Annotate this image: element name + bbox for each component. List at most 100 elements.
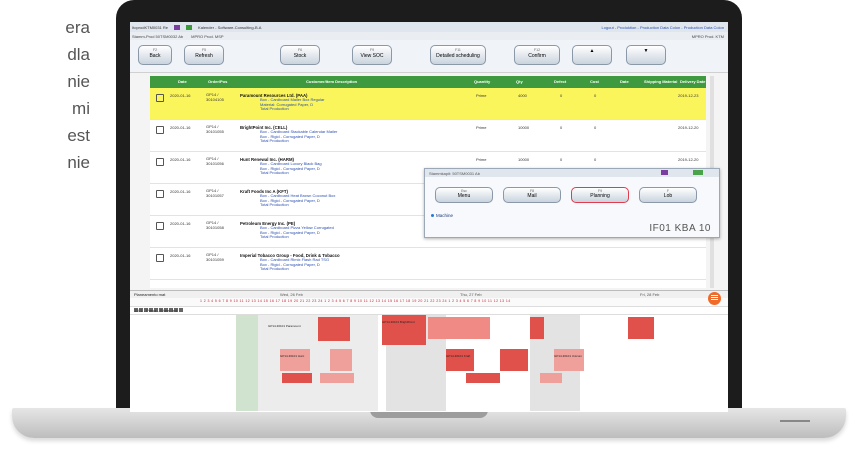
- table-header: Date Order/Pos Customer/Item Description…: [150, 76, 706, 88]
- machine-popup: Stammkapit: 50TSM0031 Ab Esc Menu F8 Mail …: [424, 168, 720, 238]
- scroll-down-button[interactable]: ▼: [626, 45, 666, 65]
- desc-line: Total Production: [260, 170, 289, 176]
- col-date2: Date: [620, 79, 629, 84]
- table-row[interactable]: 2020-01-16 GP14 / 30101055 BrightPoint I…: [150, 120, 706, 152]
- popup-menu-button[interactable]: Esc Menu: [435, 187, 493, 203]
- popup-close-icon[interactable]: [693, 170, 703, 175]
- gantt-tools[interactable]: [134, 299, 196, 312]
- gantt-bar[interactable]: [530, 317, 544, 339]
- table-row[interactable]: 2020-01-16 GP14 / 30104105 Paramount Res…: [150, 88, 706, 120]
- gantt-date-left: Wed, 26 Feb: [280, 292, 303, 297]
- screen: ItoprodKTM0031 Re Kalender - Software-Co…: [130, 22, 728, 412]
- desc-line: Total Production: [260, 202, 289, 208]
- gantt-bar[interactable]: [318, 317, 350, 341]
- print-icon[interactable]: [156, 254, 164, 262]
- row-date: 2020-01-16: [170, 221, 191, 226]
- side-text-line: mi: [72, 99, 90, 118]
- sub-left: Stamm-Prod 50TSM0032 Ab: [132, 33, 184, 39]
- row-defect: 0: [560, 93, 563, 98]
- popup-title: Stammkapit: 50TSM0031 Ab: [429, 171, 480, 176]
- popup-lob-button[interactable]: F Lob: [639, 187, 697, 203]
- gantt-bar[interactable]: [428, 317, 490, 339]
- col-order: Order/Pos: [208, 79, 228, 84]
- calendar-icon[interactable]: [186, 24, 193, 30]
- title-bar: ItoprodKTM0031 Re Kalender - Software-Co…: [130, 22, 728, 32]
- col-customer: Customer/Item Description: [306, 79, 358, 84]
- gantt-title: Planeamento mat: [134, 292, 166, 297]
- machine-dot-icon: [431, 214, 434, 217]
- row-order: GP14 / 30104105: [206, 92, 224, 102]
- refresh-label: Refresh: [195, 53, 213, 59]
- machine-label[interactable]: Machine: [431, 213, 453, 218]
- gantt-area: GP14-30101 Paramount GP14-30101 BrightPo…: [130, 315, 728, 412]
- row-description: Box - Cardboard Pizza Yellow Corrugated B…: [260, 225, 334, 240]
- row-qty-label: Prime: [476, 93, 487, 98]
- detailed-scheduling-button[interactable]: F11 Detailed scheduling: [430, 45, 486, 65]
- row-date: 2020-01-16: [170, 253, 191, 258]
- machine-label-text: Machine: [436, 213, 454, 218]
- gantt-bar[interactable]: [466, 373, 500, 383]
- view-soc-button[interactable]: F9 View SOC: [352, 45, 392, 65]
- table-row[interactable]: 2020-01-16 GP14 / 30101059 Imperial Toba…: [150, 248, 706, 280]
- gantt-bar[interactable]: [330, 349, 352, 371]
- col-cost: Cost: [590, 79, 599, 84]
- gantt-resource-row[interactable]: 1101 - Press - Sheet-fed: [130, 306, 728, 315]
- row-cost: 0: [594, 157, 597, 162]
- print-icon[interactable]: [156, 222, 164, 230]
- gantt-bar[interactable]: [446, 349, 474, 371]
- gantt-green-zone: [236, 315, 258, 411]
- gantt-bar[interactable]: [280, 349, 310, 371]
- machine-code: IF01 KBA 10: [649, 223, 711, 234]
- print-icon[interactable]: [156, 94, 164, 102]
- view-soc-key: F9: [369, 48, 375, 52]
- gantt-bar[interactable]: [282, 373, 312, 383]
- menu-label: Menu: [457, 193, 471, 199]
- row-delivery: 2019-12-23: [678, 93, 699, 98]
- confirm-label: Confirm: [528, 53, 546, 59]
- gantt-header: Planeamento mat Wed, 26 Feb Thu, 27 Feb …: [130, 291, 728, 298]
- stock-button[interactable]: F6 Stock: [280, 45, 320, 65]
- print-icon[interactable]: [156, 126, 164, 134]
- gantt-panel: Planeamento mat Wed, 26 Feb Thu, 27 Feb …: [130, 290, 728, 412]
- side-text-line: dla: [67, 45, 90, 64]
- row-qty: 10000: [518, 157, 530, 162]
- sub-right: MPRO Prod. KTM: [691, 33, 724, 39]
- row-qty-label: Prime: [476, 157, 487, 162]
- scroll-up-button[interactable]: ▲: [572, 45, 612, 65]
- gantt-label: GP14-30101 Unicom: [554, 354, 583, 358]
- refresh-button[interactable]: F5 Refresh: [184, 45, 224, 65]
- gantt-bar[interactable]: [500, 349, 528, 371]
- calendar-tab[interactable]: Kalender - Software-Consulting-B.A: [198, 25, 261, 30]
- menu-icon[interactable]: [708, 292, 721, 305]
- gantt-row-label: 1101 - Press - Sheet-fed: [134, 308, 178, 313]
- gantt-ticks: 1 2 3 4 5 6 7 8 9 10 11 12 13 14 15 16 1…: [200, 299, 511, 303]
- col-delivery: Delivery Date: [680, 79, 706, 84]
- gantt-bar[interactable]: [628, 317, 654, 339]
- scroll-down-label: ▼: [643, 48, 649, 54]
- col-defect: Defect: [554, 79, 567, 84]
- detailed-scheduling-label: Detailed scheduling: [436, 53, 480, 59]
- sub-mid: MPRO Prod. MSP: [191, 33, 224, 39]
- popup-app-icon: [661, 170, 668, 175]
- print-icon[interactable]: [156, 190, 164, 198]
- row-order: GP14 / 30101058: [206, 220, 224, 230]
- popup-mail-button[interactable]: F8 Mail: [503, 187, 561, 203]
- gantt-label: GP14-30101 Kraft: [446, 354, 471, 358]
- print-icon[interactable]: [156, 158, 164, 166]
- popup-planning-button[interactable]: F9 Planning: [571, 187, 629, 203]
- confirm-key: F12: [533, 48, 541, 52]
- gantt-bar[interactable]: [320, 373, 354, 383]
- side-text-line: nie: [67, 153, 90, 172]
- row-description: Box - Cardboard Stackable Calendar Maile…: [260, 129, 337, 144]
- window-title: ItoprodKTM0031 Re: [132, 24, 169, 30]
- gantt-bar[interactable]: [540, 373, 562, 383]
- toolbar: F2 Back F5 Refresh F6 Stock F9 View SOC F11 D…: [130, 40, 728, 73]
- row-description: Box - Cardboard Luxury Black Bag Box - Ri…: [260, 161, 322, 176]
- back-button[interactable]: F2 Back: [138, 45, 172, 65]
- popup-header: Stammkapit: 50TSM0031 Ab: [425, 169, 719, 177]
- gantt-bar[interactable]: [554, 349, 584, 371]
- row-qty-label: Prime: [476, 125, 487, 130]
- header-links[interactable]: Logout - Produktion - Production Data Co…: [601, 25, 728, 30]
- row-description: Box - Cardboard Heat Brown Coconut Box Bo…: [260, 193, 335, 208]
- confirm-button[interactable]: F12 Confirm: [514, 45, 560, 65]
